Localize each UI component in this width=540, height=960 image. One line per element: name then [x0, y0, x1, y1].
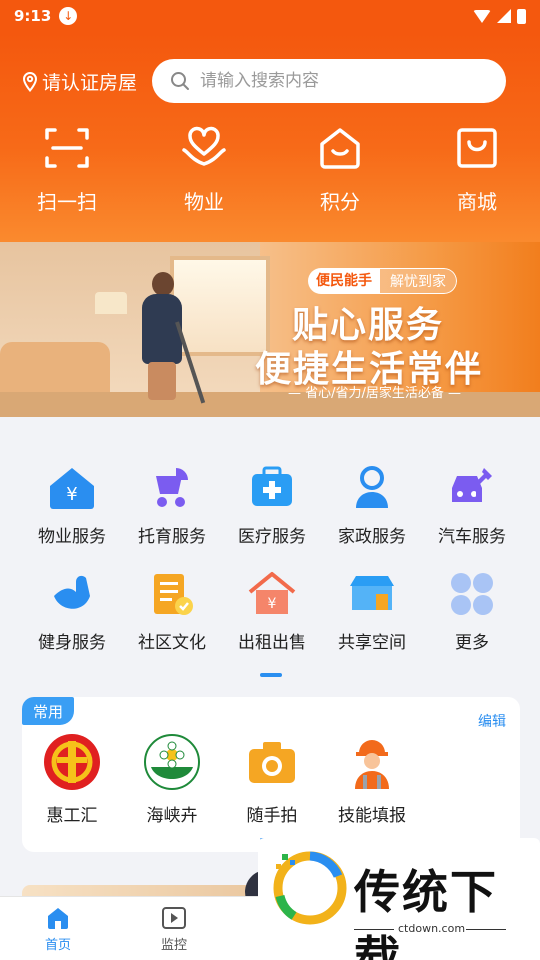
- service-medical-label: 医疗服务: [238, 527, 306, 547]
- service-housekeeping-label: 家政服务: [338, 527, 406, 547]
- service-more-label: 更多: [455, 633, 489, 653]
- nav-monitor[interactable]: 监控: [134, 905, 214, 953]
- app-huigonghui[interactable]: 惠工汇: [22, 733, 122, 826]
- app-skill-report[interactable]: 技能填报: [322, 733, 422, 826]
- shopping-bag-icon: [457, 128, 497, 168]
- clipboard-icon: [154, 574, 193, 615]
- edit-button[interactable]: 编辑: [478, 711, 506, 731]
- watermark-title: 传统下载: [354, 865, 498, 960]
- scan-icon: [45, 128, 89, 168]
- location-pin-icon: [22, 71, 38, 92]
- common-tag: 常用: [22, 697, 74, 725]
- service-car[interactable]: 汽车服务: [422, 462, 522, 547]
- svg-text:¥: ¥: [66, 484, 77, 505]
- banner-sofa: [0, 342, 110, 397]
- app-snapshot[interactable]: 随手拍: [222, 733, 322, 826]
- service-more[interactable]: 更多: [422, 568, 522, 653]
- app-haixiahui[interactable]: 海峡卉: [122, 733, 222, 826]
- status-icons: [473, 8, 526, 24]
- common-apps-card: 常用 编辑 惠工汇 海峡卉 随手拍 技能填报: [22, 697, 520, 852]
- wifi-icon: [473, 9, 491, 23]
- watermark: 传统下载 ctdown.com: [258, 838, 540, 960]
- nav-monitor-label: 监控: [160, 938, 187, 953]
- union-badge-icon: [44, 734, 100, 790]
- service-shared-space-label: 共享空间: [338, 633, 406, 653]
- quick-property-label: 物业: [184, 190, 224, 214]
- quick-scan-label: 扫一扫: [37, 190, 97, 214]
- nav-home[interactable]: 首页: [18, 905, 98, 953]
- fitness-arm-icon: [54, 575, 90, 609]
- service-rental[interactable]: ¥ 出租出售: [222, 568, 322, 653]
- housekeeper-icon: [356, 466, 388, 508]
- shared-space-icon: [350, 576, 394, 610]
- banner-tag: 便民能手 解忧到家: [308, 268, 457, 294]
- service-fitness-label: 健身服务: [38, 633, 106, 653]
- banner-lamp: [95, 292, 127, 314]
- quick-property[interactable]: 物业: [154, 124, 254, 215]
- signal-icon: [497, 9, 511, 23]
- service-property-label: 物业服务: [38, 527, 106, 547]
- flower-logo-icon: [144, 734, 200, 790]
- search-input[interactable]: [200, 71, 480, 91]
- service-property[interactable]: ¥ 物业服务: [22, 462, 122, 547]
- app-skill-report-label: 技能填报: [338, 806, 406, 826]
- worker-icon: [355, 740, 389, 789]
- banner-tag-right: 解忧到家: [380, 268, 457, 294]
- service-culture[interactable]: 社区文化: [122, 568, 222, 653]
- service-medical[interactable]: 医疗服务: [222, 462, 322, 547]
- services-page-indicator: [260, 673, 282, 677]
- search-bar[interactable]: [152, 59, 506, 103]
- banner-caption: — 省心/省力/居家生活必备 —: [288, 386, 462, 401]
- header: 请认证房屋 扫一扫 物业 积分 商城: [0, 32, 540, 242]
- service-car-label: 汽车服务: [438, 527, 506, 547]
- watermark-rule-left: [354, 929, 394, 930]
- quick-points-label: 积分: [320, 190, 360, 214]
- service-childcare-label: 托育服务: [138, 527, 206, 547]
- heart-hand-icon: [182, 126, 226, 166]
- app-snapshot-label: 随手拍: [246, 806, 298, 826]
- baby-stroller-icon: [156, 468, 188, 507]
- quick-mall[interactable]: 商城: [427, 124, 527, 215]
- service-housekeeping[interactable]: 家政服务: [322, 462, 422, 547]
- download-icon: ↓: [59, 7, 78, 25]
- battery-icon: [517, 8, 526, 24]
- services-grid: ¥ 物业服务 托育服务 医疗服务 家政服务 汽车服务 健身服务 社区文化 ¥ 出…: [0, 418, 540, 693]
- app-huigonghui-label: 惠工汇: [46, 806, 98, 826]
- location-label: 请认证房屋: [42, 72, 138, 94]
- quick-scan[interactable]: 扫一扫: [17, 124, 117, 215]
- service-childcare[interactable]: 托育服务: [122, 462, 222, 547]
- watermark-rule-right: [466, 929, 506, 930]
- app-haixiahui-label: 海峡卉: [146, 806, 198, 826]
- search-icon: [171, 72, 189, 90]
- service-shared-space[interactable]: 共享空间: [322, 568, 422, 653]
- property-house-icon: ¥: [50, 468, 94, 509]
- service-rental-label: 出租出售: [238, 633, 306, 653]
- home-smile-icon: [320, 128, 360, 169]
- home-icon: [48, 908, 68, 929]
- medical-kit-icon: [252, 466, 292, 506]
- car-service-icon: [452, 468, 492, 502]
- more-grid-icon: [451, 573, 493, 615]
- svg-text:¥: ¥: [268, 596, 277, 612]
- rent-house-icon: ¥: [248, 572, 296, 614]
- location-selector[interactable]: 请认证房屋: [22, 68, 137, 95]
- nav-home-label: 首页: [44, 938, 71, 953]
- status-time: 9:13: [14, 7, 52, 25]
- quick-mall-label: 商城: [457, 190, 497, 214]
- video-icon: [162, 907, 186, 929]
- promo-banner[interactable]: 便民能手 解忧到家 贴心服务 便捷生活常伴 — 省心/省力/居家生活必备 —: [0, 242, 540, 417]
- watermark-logo-icon: [273, 851, 347, 925]
- status-bar: 9:13 ↓: [0, 0, 540, 32]
- watermark-url: ctdown.com: [398, 922, 466, 935]
- camera-icon: [249, 742, 295, 783]
- service-fitness[interactable]: 健身服务: [22, 568, 122, 653]
- banner-tag-left: 便民能手: [308, 268, 380, 294]
- service-culture-label: 社区文化: [138, 633, 206, 653]
- quick-points[interactable]: 积分: [290, 124, 390, 215]
